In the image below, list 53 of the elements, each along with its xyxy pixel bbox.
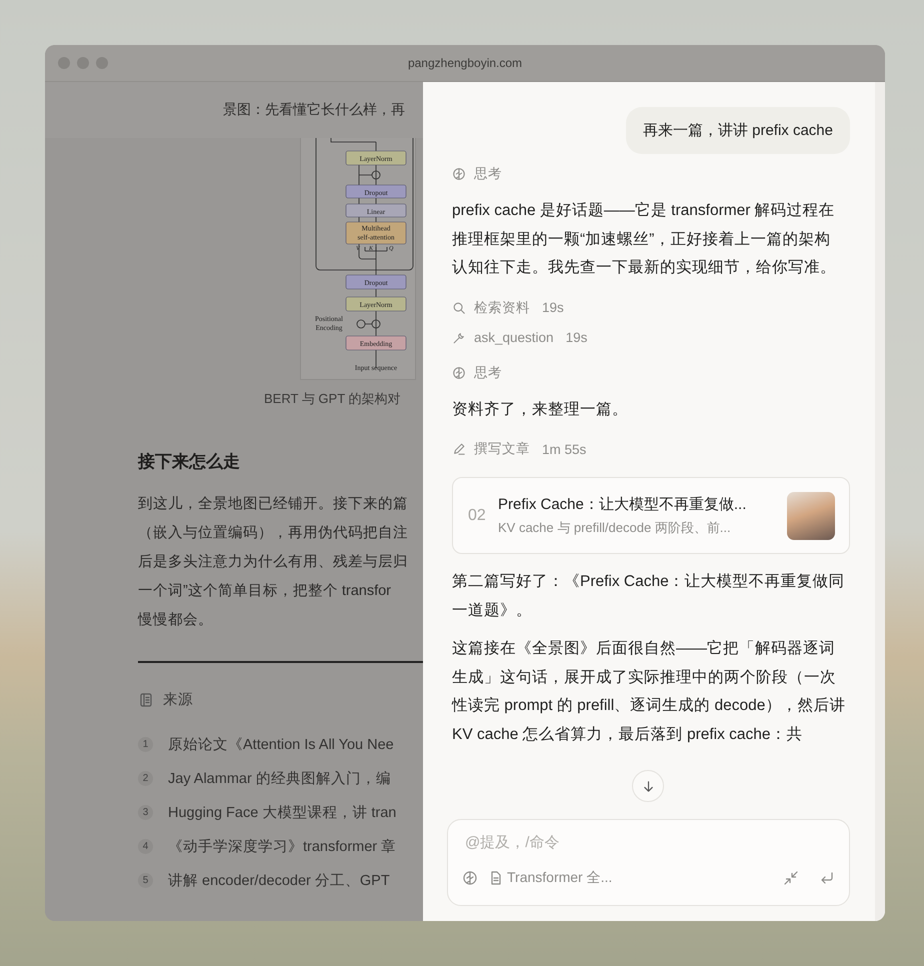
step-label: 检索资料	[474, 298, 530, 316]
section-heading: 接下来怎么走	[138, 451, 241, 473]
article-title: Prefix Cache：让大模型不再重复做...	[498, 494, 748, 514]
scroll-down-button[interactable]	[632, 770, 664, 802]
source-number: 2	[138, 770, 153, 786]
enter-icon	[819, 870, 835, 886]
message-input[interactable]: @提及，/命令 Transformer 全...	[447, 819, 850, 906]
source-number: 3	[138, 804, 153, 820]
page-url: pangzhengboyin.com	[408, 56, 522, 70]
window-control-dot[interactable]	[58, 57, 70, 69]
paragraph-line: （嵌入与位置编码），再用伪代码把自注	[138, 524, 409, 543]
paragraph-line: 一个词”这个简单目标，把整个 transfor	[138, 582, 392, 601]
figure-caption: BERT 与 GPT 的架构对	[264, 390, 402, 408]
step-label: 思考	[474, 364, 502, 382]
step-label: 撰写文章	[474, 440, 530, 458]
wrench-icon	[452, 330, 466, 344]
source-link[interactable]: Hugging Face 大模型课程，讲 tran	[168, 802, 396, 822]
assistant-message: 这篇接在《全景图》后面很自然——它把「解码器逐词生成」这句话，展开成了实际推理中的两个阶段（一次性读完 prompt 的 prefill、逐词生成的 decode），然后讲 KV cache 怎么省算力，最后落到 prefix cache：共	[452, 638, 846, 744]
source-link[interactable]: 原始论文《Attention Is All You Nee	[168, 734, 394, 754]
step-label: ask_question	[474, 330, 554, 345]
thumbnail-photo	[787, 492, 835, 540]
article-summary: KV cache 与 prefill/decode 两阶段、前...	[498, 518, 732, 536]
collapse-button[interactable]	[783, 870, 799, 886]
article-number: 02	[468, 506, 487, 524]
source-link[interactable]: 《动手学深度学习》transformer 章	[168, 836, 396, 856]
source-link[interactable]: 讲解 encoder/decoder 分工、GPT	[168, 870, 390, 890]
assistant-message: prefix cache 是好话题——它是 transformer 解码过程在推理框架里的一颗“加速螺丝”，正好接着上一篇的架构认知往下走。我先查一下最新的实现细节，给你写准。	[452, 200, 837, 278]
collapse-icon	[783, 870, 799, 886]
assistant-message: 第二篇写好了：《Prefix Cache：让大模型不再重复做同一道题》。	[452, 572, 846, 620]
attachment-chip[interactable]: Transformer 全...	[488, 869, 612, 887]
sources-title: 来源	[163, 691, 193, 709]
user-message: 再来一篇，讲讲 prefix cache	[626, 107, 850, 154]
paragraph-line: 后是多头注意力为什么有用、残差与层归	[138, 553, 409, 572]
source-number: 1	[138, 736, 153, 752]
send-button[interactable]	[819, 870, 835, 886]
window-control-dot[interactable]	[96, 57, 108, 69]
step-duration: 19s	[542, 300, 564, 315]
attachment-name: Transformer 全...	[507, 869, 612, 887]
window-control-dot[interactable]	[77, 57, 89, 69]
assistant-message: 资料齐了，来整理一篇。	[452, 400, 629, 420]
sources-icon	[138, 692, 154, 708]
paragraph-line: 到这儿，全景地图已经铺开。接下来的篇	[138, 495, 409, 514]
step-duration: 19s	[566, 330, 588, 345]
source-number: 5	[138, 872, 153, 888]
source-link[interactable]: Jay Alammar 的经典图解入门，编	[168, 768, 391, 788]
article-header-text: 景图：先看懂它长什么样，再	[223, 101, 405, 119]
step-label: 思考	[474, 165, 502, 183]
pencil-icon	[452, 442, 466, 456]
search-icon	[452, 300, 466, 314]
paragraph-line: 慢慢都会。	[138, 611, 214, 630]
step-duration: 1m 55s	[542, 442, 586, 456]
source-number: 4	[138, 838, 153, 854]
article-card[interactable]: 02 Prefix Cache：让大模型不再重复做... KV cache 与 prefill/decode 两阶段、前...	[452, 477, 850, 554]
